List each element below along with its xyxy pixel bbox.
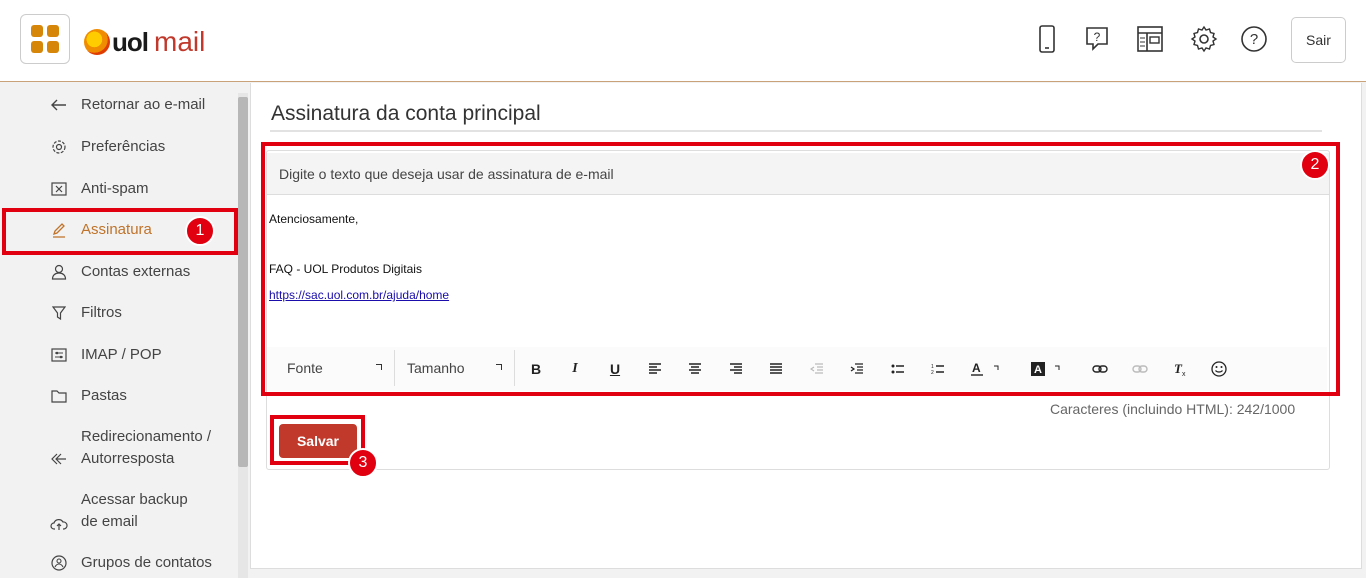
uol-mail-logo[interactable]: uol mail <box>84 26 205 58</box>
svg-text:?: ? <box>1250 31 1258 48</box>
logout-button[interactable]: Sair <box>1291 17 1346 63</box>
sidebar-scrollbar-thumb[interactable] <box>238 97 248 467</box>
user-icon <box>50 263 68 281</box>
sidebar-item-back-to-email[interactable]: Retornar ao e-mail <box>0 94 236 116</box>
character-count: Caracteres (incluindo HTML): 242/1000 <box>1050 401 1296 417</box>
uol-logo-ball <box>84 29 110 55</box>
sidebar-item-external-accounts[interactable]: Contas externas <box>0 261 236 283</box>
spam-icon <box>50 180 68 198</box>
sidebar-item-imap-pop[interactable]: IMAP / POP <box>0 344 236 366</box>
svg-text:?: ? <box>1094 30 1101 44</box>
sidebar-item-forwarding-autoreply[interactable]: Redirecionamento / Autorresposta <box>0 426 236 470</box>
top-header: uol mail ? ? Sair <box>0 0 1366 82</box>
page-title: Assinatura da conta principal <box>271 102 541 125</box>
layout-icon[interactable] <box>1136 24 1164 54</box>
sidebar-item-filters[interactable]: Filtros <box>0 302 236 324</box>
gear-icon[interactable] <box>1190 24 1218 54</box>
sidebar-item-folders[interactable]: Pastas <box>0 385 236 407</box>
title-divider <box>270 130 1322 132</box>
step-badge: 3 <box>348 448 378 478</box>
cloud-icon <box>50 515 68 533</box>
apps-grid-icon[interactable] <box>20 14 70 64</box>
help-icon[interactable]: ? <box>1240 24 1268 54</box>
sidebar-item-preferences[interactable]: Preferências <box>0 136 236 158</box>
sliders-icon <box>50 346 68 364</box>
reply-icon <box>50 450 68 468</box>
sidebar-item-backup[interactable]: Acessar backup de email <box>0 489 236 533</box>
highlight-box-editor <box>261 142 1340 396</box>
step-badge: 1 <box>185 216 215 246</box>
filter-icon <box>50 304 68 322</box>
help-chat-icon[interactable]: ? <box>1083 24 1111 54</box>
step-badge: 2 <box>1300 150 1330 180</box>
folder-icon <box>50 387 68 405</box>
group-icon <box>50 554 68 572</box>
arrow-left-icon <box>50 96 68 114</box>
mobile-icon[interactable] <box>1033 24 1061 54</box>
sidebar-item-anti-spam[interactable]: Anti-spam <box>0 178 236 200</box>
gear-icon <box>50 138 68 156</box>
sidebar-item-contact-groups[interactable]: Grupos de contatos <box>0 552 236 574</box>
